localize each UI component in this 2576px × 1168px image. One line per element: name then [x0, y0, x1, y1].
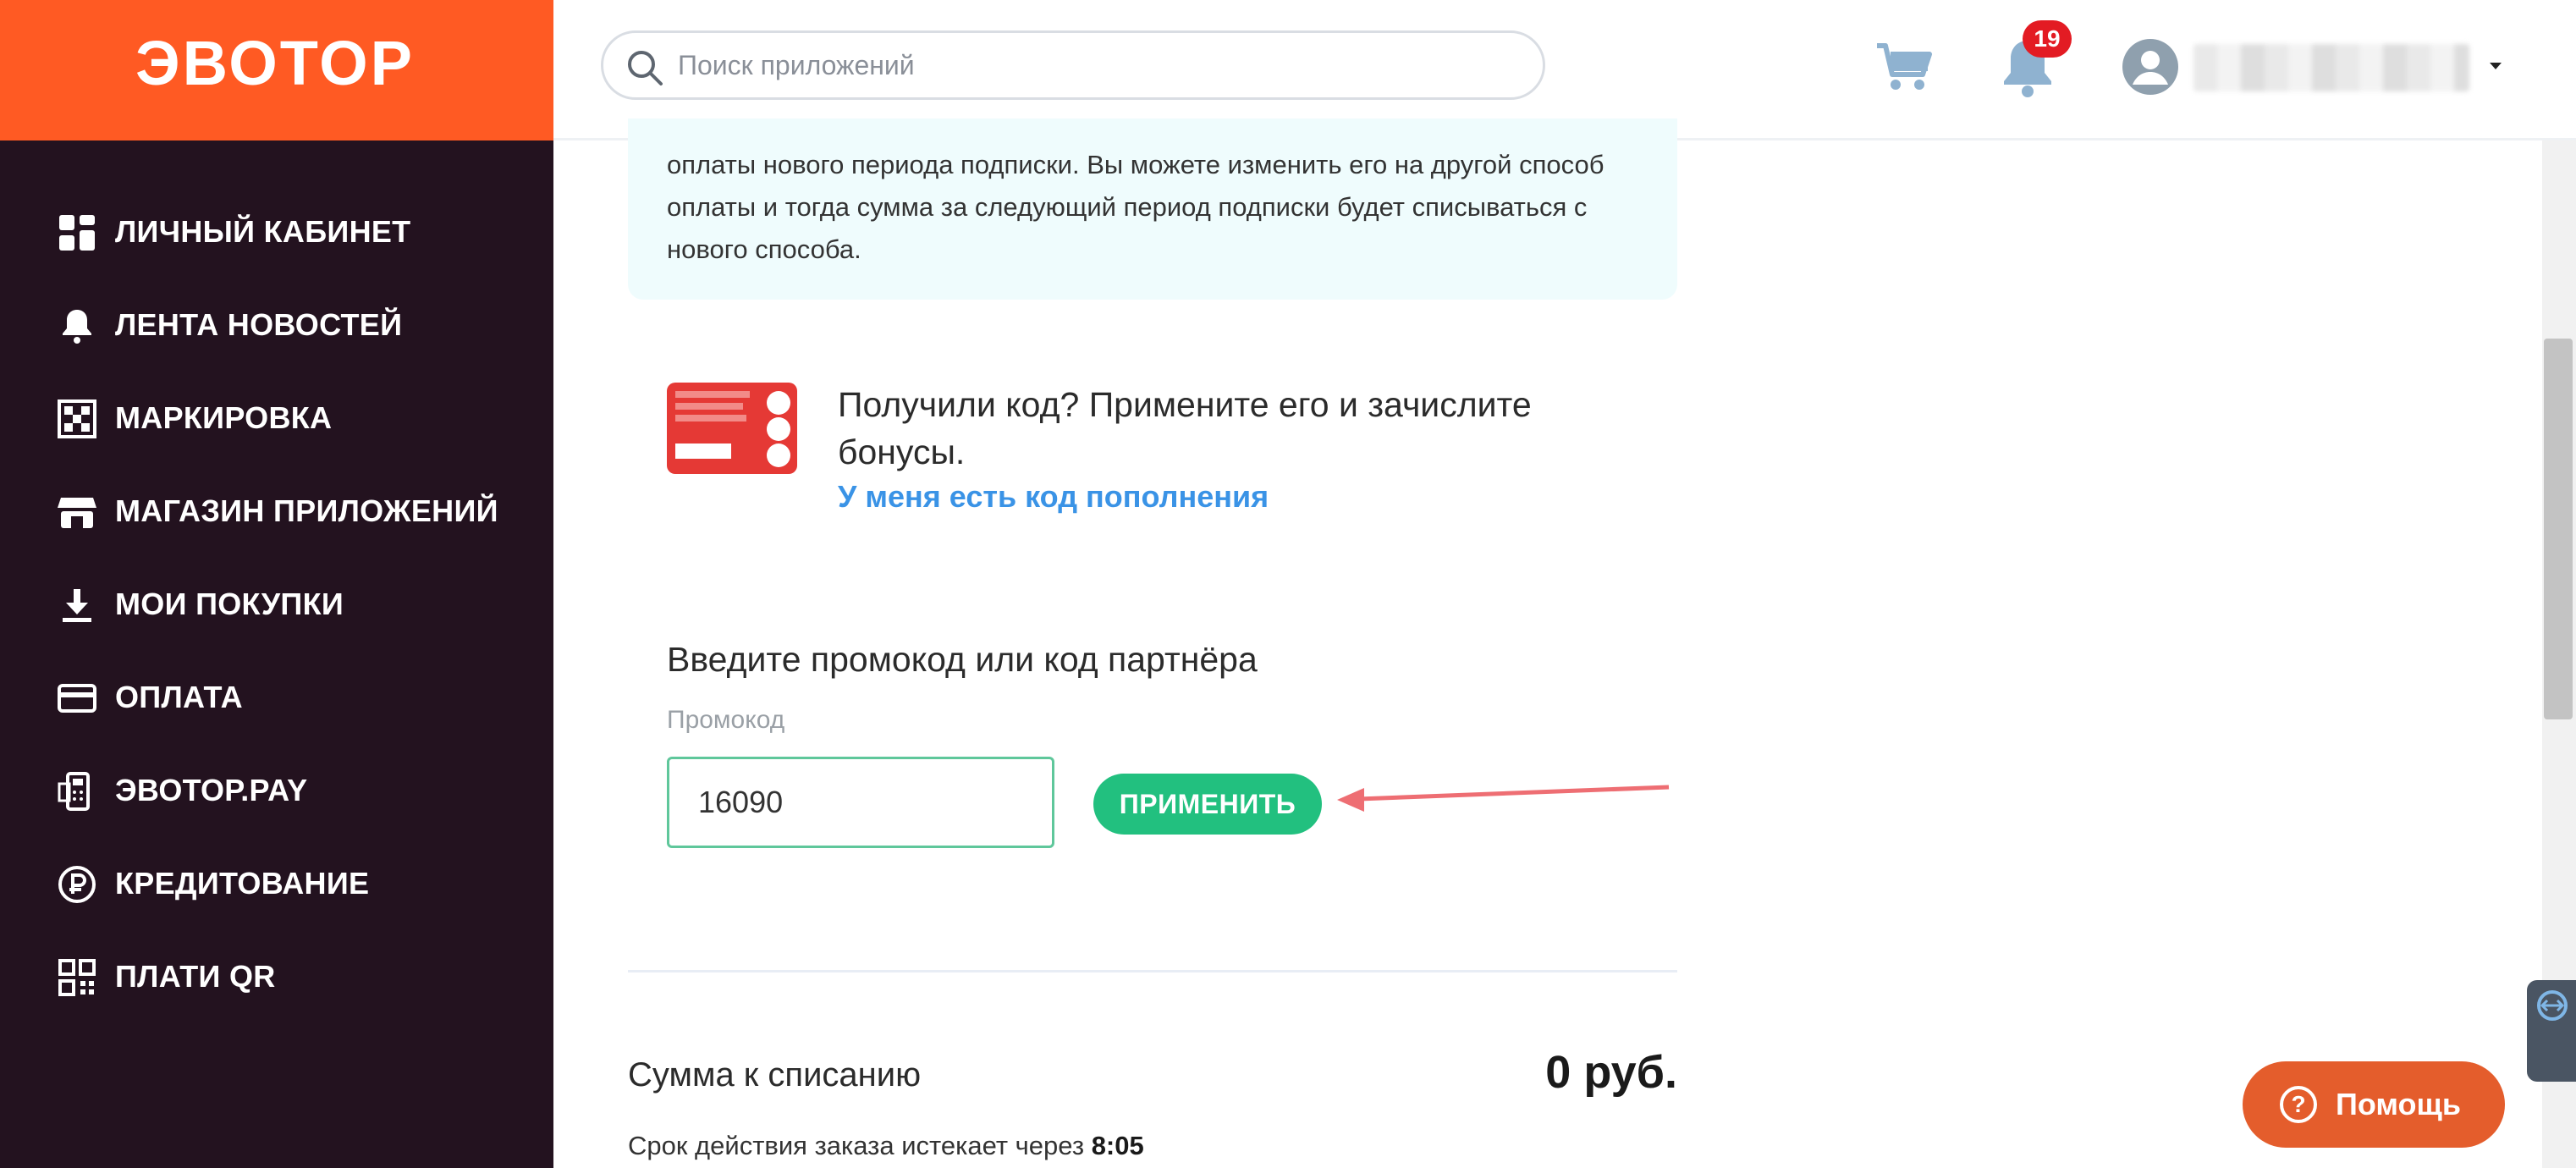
total-value: 0 руб. — [1545, 1047, 1677, 1098]
payment-info-text: оплаты нового периода подписки. Вы может… — [667, 150, 1604, 264]
logo-bar: ЭВОТОР — [0, 0, 553, 140]
sidebar-item-payment[interactable]: ОПЛАТА — [0, 660, 553, 735]
question-circle-icon: ? — [2280, 1086, 2317, 1123]
terminal-icon — [58, 772, 96, 811]
promo-heading: Введите промокод или код партнёра — [667, 640, 1258, 679]
scrollbar-thumb[interactable] — [2544, 339, 2573, 719]
sidebar-item-marking[interactable]: МАРКИРОВКА — [0, 381, 553, 455]
side-widget-tab[interactable] — [2527, 980, 2576, 1082]
sidebar-item-label: ПЛАТИ QR — [115, 959, 276, 994]
sidebar-item-label: МАРКИРОВКА — [115, 400, 333, 435]
total-label: Сумма к списанию — [628, 1056, 922, 1094]
sidebar-item-label: КРЕДИТОВАНИЕ — [115, 866, 370, 901]
store-icon — [58, 493, 96, 532]
chevron-down-icon[interactable] — [2483, 52, 2508, 78]
top-up-code-link[interactable]: У меня есть код пополнения — [838, 479, 1269, 515]
search-icon — [625, 48, 664, 87]
logo[interactable]: ЭВОТОР — [118, 25, 432, 102]
sidebar-item-news-feed[interactable]: ЛЕНТА НОВОСТЕЙ — [0, 288, 553, 362]
dashboard-grid-icon — [58, 213, 96, 252]
sidebar-item-crediting[interactable]: КРЕДИТОВАНИЕ — [0, 846, 553, 921]
promo-code-input[interactable] — [667, 757, 1054, 848]
payment-info-box: оплаты нового периода подписки. Вы может… — [628, 118, 1677, 300]
search-box[interactable] — [601, 30, 1545, 100]
user-avatar-icon[interactable] — [2121, 37, 2180, 96]
sidebar: ЭВОТОР ЛИЧНЫЙ КАБИНЕТ ЛЕНТА НОВОСТЕЙ МАР… — [0, 0, 553, 1168]
notifications-badge: 19 — [2023, 20, 2072, 58]
order-expiry-time: 8:05 — [1091, 1131, 1144, 1160]
gift-card-icon — [667, 383, 797, 474]
bell-icon — [58, 306, 96, 345]
card-icon — [58, 679, 96, 718]
sidebar-item-app-store[interactable]: МАГАЗИН ПРИЛОЖЕНИЙ — [0, 474, 553, 548]
sidebar-item-my-purchases[interactable]: МОИ ПОКУПКИ — [0, 567, 553, 642]
ruble-circle-icon — [58, 865, 96, 904]
sidebar-item-pay-qr[interactable]: ПЛАТИ QR — [0, 939, 553, 1014]
sidebar-item-label: ОПЛАТА — [115, 680, 243, 714]
checker-icon — [58, 399, 96, 438]
order-expiry-text: Срок действия заказа истекает через — [628, 1131, 1085, 1160]
annotation-arrow — [1334, 777, 1672, 819]
sidebar-item-label: ЛИЧНЫЙ КАБИНЕТ — [115, 214, 411, 249]
sidebar-item-label: МАГАЗИН ПРИЛОЖЕНИЙ — [115, 493, 498, 528]
help-button-label: Помощь — [2336, 1087, 2462, 1121]
cart-icon[interactable] — [1874, 37, 1935, 98]
qr-code-icon — [58, 958, 96, 997]
sidebar-item-evotor-pay[interactable]: ЭВОТОР.PAY — [0, 753, 553, 828]
sidebar-item-label: ЭВОТОР.PAY — [115, 773, 308, 807]
help-button[interactable]: ? Помощь — [2243, 1061, 2505, 1148]
download-icon — [58, 586, 96, 625]
username-redacted[interactable] — [2193, 44, 2469, 91]
promo-field-label: Промокод — [667, 706, 785, 734]
top-up-code-title: Получили код? Примените его и зачислите … — [838, 385, 1532, 471]
sidebar-item-personal-account[interactable]: ЛИЧНЫЙ КАБИНЕТ — [0, 195, 553, 269]
order-expiry: Срок действия заказа истекает через 8:05 — [628, 1131, 1144, 1161]
apply-promo-button[interactable]: ПРИМЕНИТЬ — [1093, 774, 1322, 835]
search-input[interactable] — [678, 33, 1524, 97]
sidebar-item-label: МОИ ПОКУПКИ — [115, 587, 344, 621]
section-divider — [628, 970, 1677, 972]
sidebar-item-label: ЛЕНТА НОВОСТЕЙ — [115, 307, 403, 342]
